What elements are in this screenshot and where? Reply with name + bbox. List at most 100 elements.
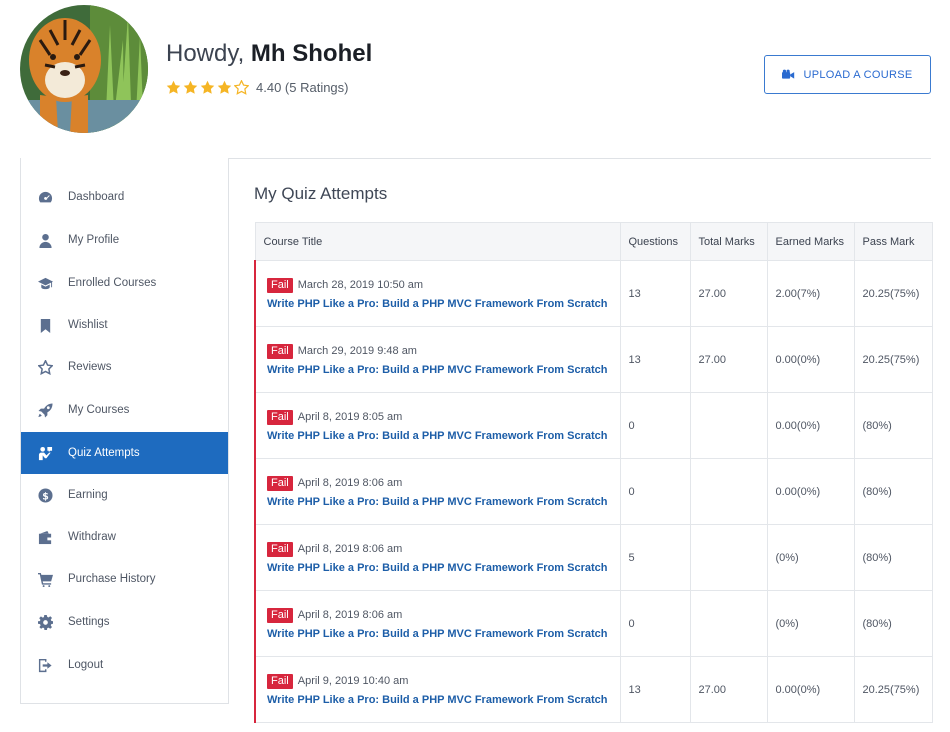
cell-pass-mark: 20.25(75%) (853, 326, 933, 393)
cell-course: Fail March 28, 2019 10:50 am Write PHP Lik… (254, 260, 621, 327)
sidebar-item-label: My Profile (68, 234, 120, 246)
cell-course: Fail April 8, 2019 8:06 am Write PHP Like … (254, 590, 621, 657)
cell-pass-mark: (80%) (853, 590, 933, 657)
col-header-total-marks: Total Marks (689, 222, 768, 261)
cell-course: Fail April 8, 2019 8:05 am Write PHP Like … (254, 392, 621, 459)
attempt-date: April 8, 2019 8:06 am (297, 477, 403, 489)
gear-icon (37, 614, 53, 630)
cell-total-marks: 27.00 (689, 656, 768, 723)
attempt-date: April 8, 2019 8:05 am (297, 411, 403, 423)
course-link[interactable]: Write PHP Like a Pro: Build a PHP MVC Fr… (267, 430, 620, 442)
cell-earned-marks: 0.00(0%) (766, 458, 855, 525)
course-link[interactable]: Write PHP Like a Pro: Build a PHP MVC Fr… (267, 364, 620, 376)
dollar-icon: $ (37, 487, 53, 503)
status-badge: Fail (267, 277, 293, 293)
avatar (20, 5, 148, 133)
sidebar-item-withdraw[interactable]: Withdraw (21, 516, 228, 558)
sidebar-item-wishlist[interactable]: Wishlist (21, 304, 228, 346)
sidebar-item-label: Withdraw (68, 531, 116, 543)
sidebar-item-label: Settings (68, 616, 110, 628)
quiz-attempts-table: Course Title Questions Total Marks Earne… (254, 222, 933, 723)
user-icon (37, 232, 53, 248)
cell-questions: 13 (619, 260, 691, 327)
cell-pass-mark: (80%) (853, 524, 933, 591)
status-badge: Fail (267, 673, 293, 689)
logout-icon (37, 657, 53, 673)
star-filled-icon (166, 80, 181, 95)
sidebar-item-label: Reviews (68, 361, 112, 373)
user-rating: 4.40 (5 Ratings) (166, 79, 349, 95)
table-row: Fail April 8, 2019 8:06 am Write PHP Like … (254, 590, 933, 657)
table-row: Fail March 29, 2019 9:48 am Write PHP Like… (254, 326, 933, 393)
sidebar-item-label: Dashboard (68, 191, 125, 203)
star-empty-icon (233, 79, 250, 95)
dashboard-sidebar: Dashboard My Profile Enrolled Courses Wishl… (20, 158, 229, 704)
attempt-date: April 9, 2019 10:40 am (297, 675, 409, 687)
attempt-meta: Fail April 8, 2019 8:05 am (267, 409, 620, 425)
rating-text: 4.40 (5 Ratings) (256, 80, 349, 95)
star-filled-icon (217, 80, 232, 95)
table-row: Fail April 9, 2019 10:40 am Write PHP Like… (254, 656, 933, 723)
attempt-date: April 8, 2019 8:06 am (297, 543, 403, 555)
user-name: Mh Shohel (250, 40, 373, 67)
status-badge: Fail (267, 541, 293, 557)
cell-course: Fail March 29, 2019 9:48 am Write PHP Like… (254, 326, 621, 393)
quiz-icon (37, 445, 53, 461)
cell-earned-marks: 0.00(0%) (766, 392, 855, 459)
sidebar-item-quiz-attempts[interactable]: Quiz Attempts (21, 432, 228, 474)
attempt-meta: Fail March 28, 2019 10:50 am (267, 277, 620, 293)
bookmark-icon (37, 317, 53, 333)
cell-questions: 5 (619, 524, 691, 591)
attempt-meta: Fail April 8, 2019 8:06 am (267, 541, 620, 557)
sidebar-item-logout[interactable]: Logout (21, 644, 228, 686)
star-filled-icon (200, 80, 215, 95)
status-badge: Fail (267, 343, 293, 359)
cell-pass-mark: (80%) (853, 458, 933, 525)
course-link[interactable]: Write PHP Like a Pro: Build a PHP MVC Fr… (267, 694, 620, 706)
table-row: Fail March 28, 2019 10:50 am Write PHP Lik… (254, 260, 933, 327)
sidebar-item-dashboard[interactable]: Dashboard (21, 176, 228, 218)
video-camera-icon (782, 69, 795, 79)
cell-questions: 0 (619, 590, 691, 657)
sidebar-item-earning[interactable]: $ Earning (21, 474, 228, 516)
cell-earned-marks: (0%) (766, 590, 855, 657)
cell-total-marks: 27.00 (689, 326, 768, 393)
table-header-row: Course Title Questions Total Marks Earne… (254, 222, 933, 261)
rocket-icon (37, 402, 53, 418)
table-row: Fail April 8, 2019 8:05 am Write PHP Like … (254, 392, 933, 459)
cell-course: Fail April 8, 2019 8:06 am Write PHP Like … (254, 524, 621, 591)
attempt-meta: Fail April 9, 2019 10:40 am (267, 673, 620, 689)
attempt-meta: Fail April 8, 2019 8:06 am (267, 607, 620, 623)
upload-course-button[interactable]: UPLOAD A COURSE (764, 55, 931, 94)
col-header-course-title: Course Title (254, 222, 621, 261)
cell-questions: 13 (619, 656, 691, 723)
sidebar-item-label: Quiz Attempts (68, 447, 140, 459)
table-row: Fail April 8, 2019 8:06 am Write PHP Like … (254, 524, 933, 591)
status-badge: Fail (267, 607, 293, 623)
sidebar-item-my-courses[interactable]: My Courses (21, 389, 228, 431)
sidebar-item-settings[interactable]: Settings (21, 601, 228, 643)
cell-earned-marks: 0.00(0%) (766, 656, 855, 723)
star-icon (37, 359, 53, 375)
attempt-date: March 28, 2019 10:50 am (297, 279, 424, 291)
star-filled-icon (183, 80, 198, 95)
course-link[interactable]: Write PHP Like a Pro: Build a PHP MVC Fr… (267, 628, 620, 640)
course-link[interactable]: Write PHP Like a Pro: Build a PHP MVC Fr… (267, 562, 620, 574)
course-link[interactable]: Write PHP Like a Pro: Build a PHP MVC Fr… (267, 496, 620, 508)
col-header-earned-marks: Earned Marks (766, 222, 855, 261)
sidebar-item-reviews[interactable]: Reviews (21, 346, 228, 388)
upload-course-label: UPLOAD A COURSE (803, 68, 913, 81)
cell-total-marks (689, 458, 768, 525)
cell-earned-marks: 0.00(0%) (766, 326, 855, 393)
attempt-meta: Fail March 29, 2019 9:48 am (267, 343, 620, 359)
cell-questions: 0 (619, 392, 691, 459)
sidebar-item-label: Wishlist (68, 319, 108, 331)
sidebar-item-enrolled-courses[interactable]: Enrolled Courses (21, 262, 228, 304)
svg-text:$: $ (42, 491, 49, 502)
col-header-pass-mark: Pass Mark (853, 222, 933, 261)
sidebar-item-my-profile[interactable]: My Profile (21, 219, 228, 261)
course-link[interactable]: Write PHP Like a Pro: Build a PHP MVC Fr… (267, 298, 620, 310)
sidebar-item-label: Purchase History (68, 573, 156, 585)
rating-stars (166, 79, 250, 95)
sidebar-item-purchase-history[interactable]: Purchase History (21, 558, 228, 600)
